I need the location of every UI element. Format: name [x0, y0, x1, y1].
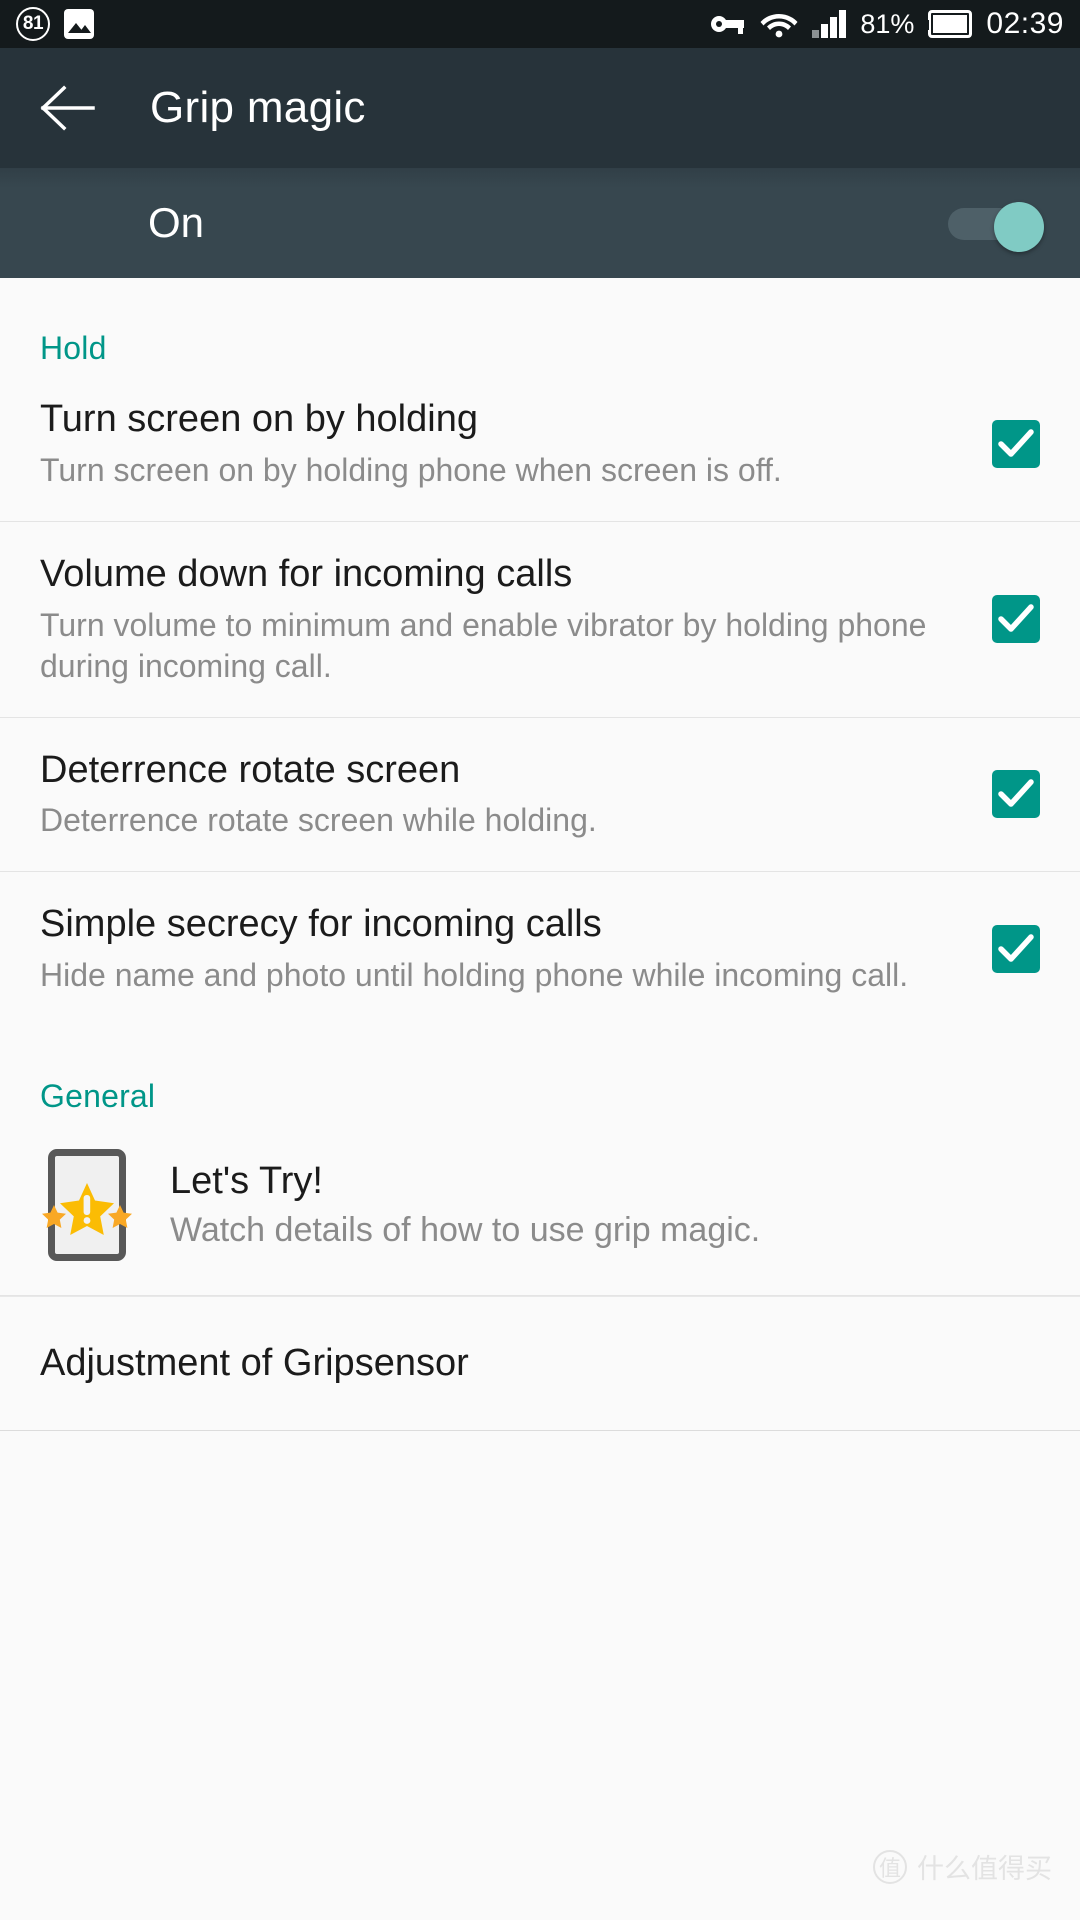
- pref-turn-screen-on[interactable]: Turn screen on by holding Turn screen on…: [0, 367, 1080, 522]
- notification-count-badge: 81: [16, 7, 50, 41]
- status-bar-right: 81% 02:39: [710, 7, 1064, 41]
- master-switch-label: On: [148, 199, 205, 246]
- checkbox-turn-screen-on[interactable]: [992, 419, 1040, 468]
- pref-summary: Turn screen on by holding phone when scr…: [40, 451, 782, 488]
- pref-volume-down[interactable]: Volume down for incoming calls Turn volu…: [0, 522, 1080, 718]
- pref-text: Deterrence rotate screen Deterrence rota…: [40, 748, 982, 842]
- pref-simple-secrecy[interactable]: Simple secrecy for incoming calls Hide n…: [0, 872, 1080, 1026]
- checkbox-simple-secrecy[interactable]: [992, 925, 1040, 974]
- watermark-text: 什么值得买: [917, 1854, 1052, 1885]
- trial-title: Let's Try!: [170, 1159, 323, 1202]
- checkbox-deterrence-rotate[interactable]: [992, 770, 1040, 819]
- phone-with-stars-icon: [42, 1149, 132, 1262]
- pref-text: Simple secrecy for incoming calls Hide n…: [40, 902, 982, 996]
- notification-count-label: 81: [22, 13, 44, 34]
- pref-title: Adjustment of Gripsensor: [40, 1342, 469, 1385]
- trial-summary: Watch details of how to use grip magic.: [170, 1210, 761, 1249]
- pref-title: Simple secrecy for incoming calls: [40, 903, 602, 946]
- settings-list: Hold Turn screen on by holding Turn scre…: [0, 278, 1080, 1431]
- battery-percent-label: 81%: [860, 8, 915, 39]
- trial-text: Let's Try! Watch details of how to use g…: [170, 1160, 1040, 1250]
- watermark: 值 什么值得买: [873, 1847, 1052, 1886]
- pref-summary: Turn volume to minimum and enable vibrat…: [40, 606, 927, 684]
- pref-title: Turn screen on by holding: [40, 398, 478, 440]
- back-arrow-icon[interactable]: [38, 78, 98, 138]
- clock-label: 02:39: [986, 7, 1064, 40]
- pref-title: Deterrence rotate screen: [40, 748, 461, 791]
- pref-title: Volume down for incoming calls: [40, 552, 573, 595]
- pref-summary: Hide name and photo until holding phone …: [40, 957, 909, 994]
- status-bar-left: 81: [16, 7, 94, 41]
- switch-thumb: [994, 202, 1044, 252]
- signal-bars-icon: [812, 10, 847, 38]
- pref-text: Turn screen on by holding Turn screen on…: [40, 397, 982, 491]
- section-header-hold: Hold: [40, 330, 107, 366]
- phone-screen: 81 81% 02:39 Grip magic On Hold Turn scr…: [0, 0, 1080, 1920]
- key-icon: [711, 16, 745, 34]
- pref-adjustment-gripsensor[interactable]: Adjustment of Gripsensor: [0, 1296, 1080, 1431]
- pref-summary: Deterrence rotate screen while holding.: [40, 802, 597, 839]
- pref-lets-try[interactable]: Let's Try! Watch details of how to use g…: [0, 1115, 1080, 1297]
- page-title: Grip magic: [150, 83, 366, 132]
- pref-text: Volume down for incoming calls Turn volu…: [40, 552, 982, 687]
- battery-icon: [924, 10, 973, 38]
- app-bar: Grip magic: [0, 48, 1080, 168]
- checkbox-volume-down[interactable]: [992, 595, 1040, 644]
- master-switch-toggle[interactable]: [948, 202, 1044, 252]
- watermark-logo: 值: [873, 1849, 907, 1884]
- master-switch-row[interactable]: On: [0, 168, 1080, 278]
- image-icon: [64, 9, 94, 39]
- status-bar: 81 81% 02:39: [0, 0, 1080, 48]
- wifi-icon: [760, 14, 798, 38]
- pref-deterrence-rotate[interactable]: Deterrence rotate screen Deterrence rota…: [0, 718, 1080, 873]
- section-header-general: General: [40, 1078, 156, 1115]
